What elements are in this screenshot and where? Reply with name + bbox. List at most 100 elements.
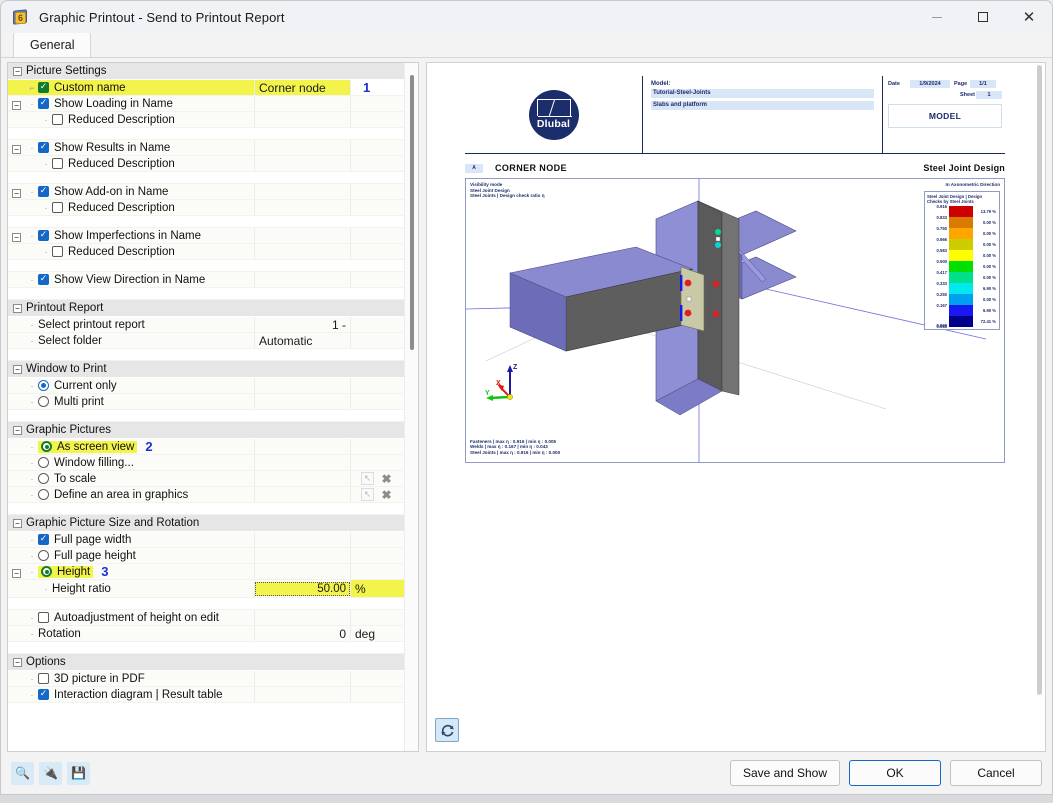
expander-icon[interactable]: − (12, 568, 21, 578)
rotation-value[interactable]: 0 (255, 626, 351, 641)
full-page-height-radio[interactable] (38, 550, 49, 561)
legend-percent: 0.00 % (982, 275, 996, 280)
row-define-area-in-graphics[interactable]: · Define an area in graphics ↖ ✖ (8, 487, 404, 503)
row-autoadjustment-height[interactable]: · Autoadjustment of height on edit (8, 610, 404, 626)
collapse-icon[interactable]: − (13, 303, 22, 313)
collapse-icon[interactable]: − (13, 66, 22, 76)
expander-icon[interactable]: − (12, 100, 21, 110)
row-height-ratio[interactable]: · Height ratio 50.00 % (8, 580, 404, 598)
annotation-marker-2: 2 (145, 439, 153, 454)
row-select-printout-report[interactable]: · Select printout report 1 - (8, 317, 404, 333)
height-radio[interactable] (41, 566, 52, 577)
full-page-width-checkbox[interactable]: ✓ (38, 534, 49, 545)
maximize-button[interactable] (960, 1, 1006, 33)
row-height[interactable]: − · Height 3 (8, 564, 404, 580)
help-icon[interactable]: 🔍 (11, 761, 34, 785)
row-show-imperfections-in-name[interactable]: − · ✓ Show Imperfections in Name (8, 228, 404, 244)
row-show-loading-in-name[interactable]: − · ✓ Show Loading in Name (8, 96, 404, 112)
dialog-window: 6 Graphic Printout - Send to Printout Re… (0, 0, 1053, 795)
3d-picture-pdf-checkbox[interactable] (38, 673, 49, 684)
row-as-screen-view[interactable]: · As screen view 2 (8, 439, 404, 455)
to-scale-radio[interactable] (38, 473, 49, 484)
row-reduced-description-addon[interactable]: · Reduced Description (8, 200, 404, 216)
row-rotation[interactable]: · Rotation 0 deg (8, 626, 404, 642)
collapse-icon[interactable]: − (13, 518, 22, 528)
select-folder-value[interactable]: Automatic (255, 333, 351, 348)
tab-strip: General (1, 32, 1052, 58)
show-imperfections-label: Show Imperfections in Name (54, 229, 202, 242)
connection-icon[interactable]: 🔌 (39, 761, 62, 785)
expander-icon[interactable]: − (12, 144, 21, 154)
settings-scrollbar-thumb[interactable] (410, 75, 414, 350)
row-window-filling[interactable]: · Window filling... (8, 455, 404, 471)
show-results-checkbox[interactable]: ✓ (38, 142, 49, 153)
autoadjustment-checkbox[interactable] (38, 612, 49, 623)
row-show-results-in-name[interactable]: − · ✓ Show Results in Name (8, 140, 404, 156)
height-ratio-input[interactable]: 50.00 (255, 581, 350, 596)
show-view-direction-checkbox[interactable]: ✓ (38, 274, 49, 285)
close-button[interactable]: ✕ (1006, 1, 1052, 33)
group-graphic-pictures[interactable]: − Graphic Pictures (8, 422, 404, 439)
row-show-view-direction-in-name[interactable]: · ✓ Show View Direction in Name (8, 272, 404, 288)
row-select-folder[interactable]: · Select folder Automatic (8, 333, 404, 349)
pick-icon[interactable]: ↖ (361, 488, 374, 501)
row-interaction-diagram[interactable]: · ✓ Interaction diagram | Result table (8, 687, 404, 703)
collapse-icon[interactable]: − (13, 425, 22, 435)
refresh-icon (440, 724, 454, 736)
sheet-value: 1 (976, 91, 1002, 99)
show-loading-checkbox[interactable]: ✓ (38, 98, 49, 109)
row-full-page-width[interactable]: · ✓ Full page width (8, 532, 404, 548)
delete-icon[interactable]: ✖ (380, 488, 393, 502)
delete-icon[interactable]: ✖ (380, 472, 393, 486)
settings-scrollbar[interactable] (404, 63, 418, 751)
collapse-icon[interactable]: − (13, 364, 22, 374)
refresh-preview-button[interactable] (435, 718, 459, 742)
logo-text: Dlubal (536, 118, 571, 130)
custom-name-value[interactable]: Corner node (255, 80, 351, 95)
row-custom-name[interactable]: ⌐ ✓ Custom name Corner node 1 (8, 80, 404, 96)
minimize-button[interactable] (914, 1, 960, 33)
show-imperfections-checkbox[interactable]: ✓ (38, 230, 49, 241)
reduced-description-checkbox[interactable] (52, 246, 63, 257)
current-only-radio[interactable] (38, 380, 49, 391)
save-settings-icon[interactable]: 💾 (67, 761, 90, 785)
row-3d-picture-in-pdf[interactable]: · 3D picture in PDF (8, 671, 404, 687)
row-to-scale[interactable]: · To scale ↖ ✖ (8, 471, 404, 487)
expander-icon[interactable]: − (12, 232, 21, 242)
cancel-button[interactable]: Cancel (950, 760, 1042, 786)
custom-name-checkbox[interactable]: ✓ (38, 82, 49, 93)
group-picture-settings[interactable]: − Picture Settings (8, 63, 404, 80)
row-full-page-height[interactable]: · Full page height (8, 548, 404, 564)
group-options[interactable]: − Options (8, 654, 404, 671)
group-window-to-print[interactable]: − Window to Print (8, 361, 404, 378)
multi-print-radio[interactable] (38, 396, 49, 407)
row-reduced-description-loading[interactable]: · Reduced Description (8, 112, 404, 128)
row-reduced-description-results[interactable]: · Reduced Description (8, 156, 404, 172)
row-current-only[interactable]: · Current only (8, 378, 404, 394)
select-printout-report-value[interactable]: 1 - (255, 317, 351, 332)
reduced-description-checkbox[interactable] (52, 158, 63, 169)
as-screen-view-radio[interactable] (41, 441, 52, 452)
dlubal-logo-icon: Dlubal (528, 89, 579, 140)
group-size-rotation[interactable]: − Graphic Picture Size and Rotation (8, 515, 404, 532)
row-multi-print[interactable]: · Multi print (8, 394, 404, 410)
tab-general[interactable]: General (13, 32, 92, 57)
row-reduced-description-imperfections[interactable]: · Reduced Description (8, 244, 404, 260)
group-printout-report[interactable]: − Printout Report (8, 300, 404, 317)
row-show-addon-in-name[interactable]: − · ✓ Show Add-on in Name (8, 184, 404, 200)
save-and-show-button[interactable]: Save and Show (729, 760, 840, 786)
reduced-description-checkbox[interactable] (52, 202, 63, 213)
window-filling-radio[interactable] (38, 457, 49, 468)
collapse-icon[interactable]: − (13, 657, 22, 667)
select-printout-report-label: Select printout report (38, 318, 145, 331)
preview-scrollbar[interactable] (1034, 63, 1045, 751)
pick-icon[interactable]: ↖ (361, 472, 374, 485)
preview-scrollbar-thumb[interactable] (1037, 65, 1042, 695)
reduced-description-checkbox[interactable] (52, 114, 63, 125)
show-addon-checkbox[interactable]: ✓ (38, 186, 49, 197)
ok-button[interactable]: OK (849, 760, 941, 786)
interaction-diagram-checkbox[interactable]: ✓ (38, 689, 49, 700)
expander-icon[interactable]: − (12, 188, 21, 198)
define-area-radio[interactable] (38, 489, 49, 500)
autoadjustment-label: Autoadjustment of height on edit (54, 611, 219, 624)
